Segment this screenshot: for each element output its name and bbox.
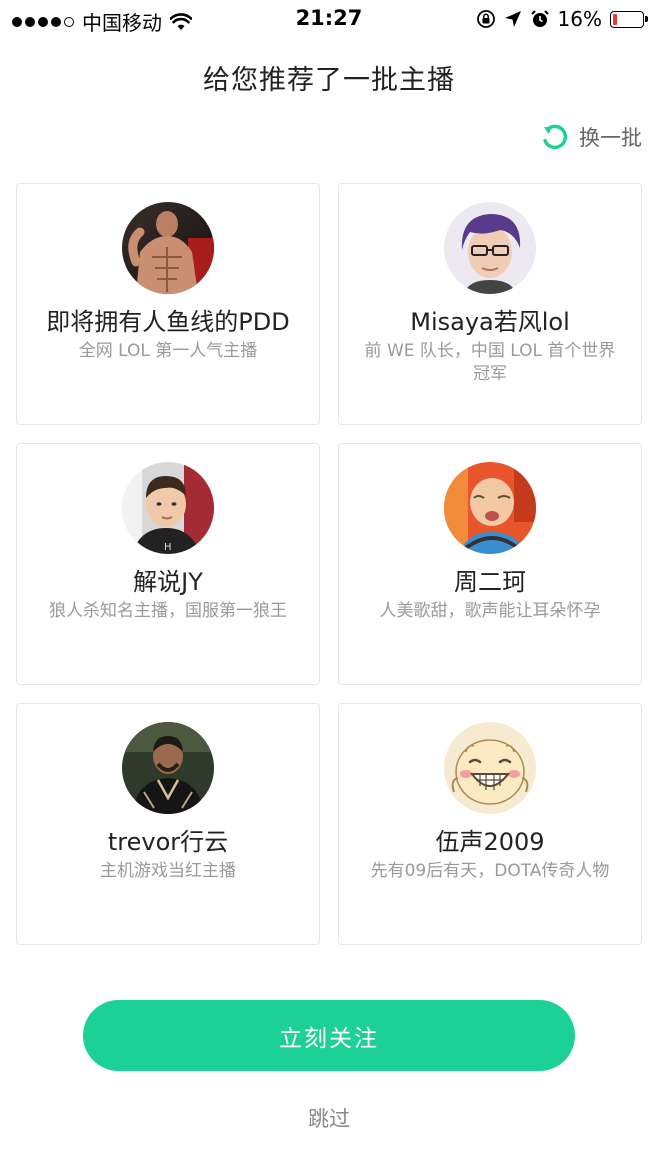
streamer-name: 伍声2009 <box>435 828 545 856</box>
streamer-card[interactable]: 周二珂 人美歌甜，歌声能让耳朵怀孕 <box>338 443 642 685</box>
refresh-icon <box>543 124 568 150</box>
avatar <box>444 202 536 294</box>
streamer-description: 前 WE 队长，中国 LOL 首个世界冠军 <box>364 341 616 384</box>
avatar <box>444 722 536 814</box>
avatar <box>122 722 214 814</box>
streamer-card[interactable]: 伍声2009 先有09后有天，DOTA传奇人物 <box>338 703 642 945</box>
streamer-description: 人美歌甜，歌声能让耳朵怀孕 <box>379 601 601 621</box>
streamer-grid: 即将拥有人鱼线的PDD 全网 LOL 第一人气主播 Misaya若风lol 前 … <box>16 183 642 945</box>
streamer-card[interactable]: trevor行云 主机游戏当红主播 <box>16 703 320 945</box>
orientation-lock-icon <box>476 10 495 28</box>
refresh-label: 换一批 <box>579 126 642 150</box>
streamer-description: 狼人杀知名主播，国服第一狼王 <box>49 601 287 621</box>
streamer-name: trevor行云 <box>107 828 229 856</box>
streamer-name: Misaya若风lol <box>410 308 570 336</box>
status-bar: 中国移动 21:27 16% <box>0 0 658 38</box>
streamer-card[interactable]: H 解说JY 狼人杀知名主播，国服第一狼王 <box>16 443 320 685</box>
battery-percent: 16% <box>557 7 602 31</box>
battery-level-fill <box>613 13 617 25</box>
streamer-card[interactable]: 即将拥有人鱼线的PDD 全网 LOL 第一人气主播 <box>16 183 320 425</box>
battery-icon <box>610 10 648 28</box>
page-title: 给您推荐了一批主播 <box>203 65 455 96</box>
alarm-icon <box>530 10 549 27</box>
streamer-description: 先有09后有天，DOTA传奇人物 <box>370 861 610 881</box>
avatar: H <box>122 462 214 554</box>
svg-text:H: H <box>164 542 172 553</box>
streamer-name: 即将拥有人鱼线的PDD <box>46 308 290 336</box>
streamer-name: 解说JY <box>133 568 203 596</box>
streamer-card[interactable]: Misaya若风lol 前 WE 队长，中国 LOL 首个世界冠军 <box>338 183 642 425</box>
location-arrow-icon <box>504 11 521 27</box>
streamer-description: 全网 LOL 第一人气主播 <box>78 341 258 361</box>
avatar <box>122 202 214 294</box>
streamer-description: 主机游戏当红主播 <box>100 861 236 881</box>
streamer-name: 周二珂 <box>454 568 526 596</box>
status-right: 16% <box>476 7 648 31</box>
refresh-button[interactable]: 换一批 <box>541 122 642 152</box>
avatar <box>444 462 536 554</box>
follow-now-button[interactable]: 立刻关注 <box>83 1000 575 1071</box>
skip-link[interactable]: 跳过 <box>0 1103 658 1133</box>
